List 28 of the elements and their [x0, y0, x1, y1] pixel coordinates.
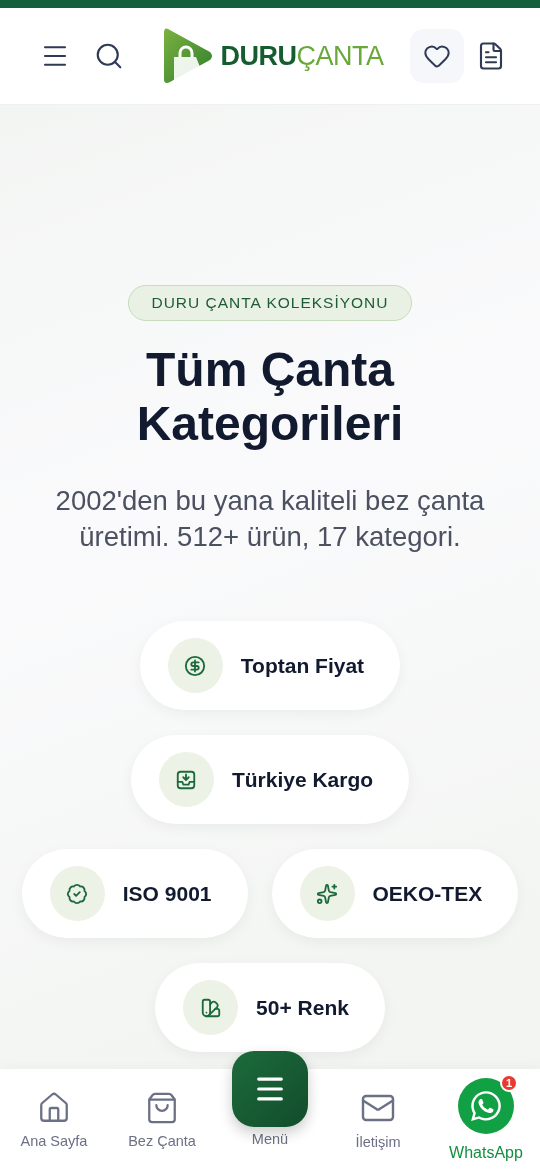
collection-badge: DURU ÇANTA KOLEKSİYONU: [128, 285, 412, 321]
chat-bubble-button[interactable]: 1: [458, 1078, 514, 1134]
search-icon: [94, 41, 124, 71]
favorites-button[interactable]: [410, 29, 464, 83]
contact-nav-link[interactable]: İletişim: [324, 1069, 432, 1169]
feature-label: Toptan Fiyat: [240, 653, 366, 678]
bag-icon: [145, 1091, 179, 1125]
feature-label: 50+ Renk: [256, 995, 350, 1020]
home-nav-link[interactable]: Ana Sayfa: [0, 1069, 108, 1169]
bag-nav-link[interactable]: Bez Çanta: [108, 1069, 216, 1169]
tray-download-icon: [175, 768, 198, 791]
logo-text: DURUÇANTA: [220, 40, 384, 72]
feature-label: OEKO-TEX: [372, 881, 484, 906]
whatsapp-nav-link[interactable]: 1 WhatsApp: [432, 1069, 540, 1169]
feature-label: ISO 9001: [122, 881, 213, 906]
sparkles-icon: [316, 882, 338, 905]
home-icon: [37, 1091, 71, 1125]
phone-chat-icon: [469, 1089, 503, 1123]
check-badge-icon: [66, 882, 89, 905]
logo-icon: [162, 27, 215, 85]
dollar-icon: [184, 654, 207, 677]
menu-button[interactable]: [232, 1051, 308, 1127]
menu-label: Menü: [251, 1131, 289, 1149]
notification-badge: 1: [500, 1074, 518, 1092]
swatch-icon: [199, 996, 222, 1019]
subtitle: 2002'den bu yana kaliteli bez çanta üretimi. 512+ ürün, 17 kategori.: [54, 484, 486, 554]
page-title: Tüm Çanta Kategorileri: [135, 343, 405, 451]
feature-label: Türkiye Kargo: [231, 767, 375, 792]
